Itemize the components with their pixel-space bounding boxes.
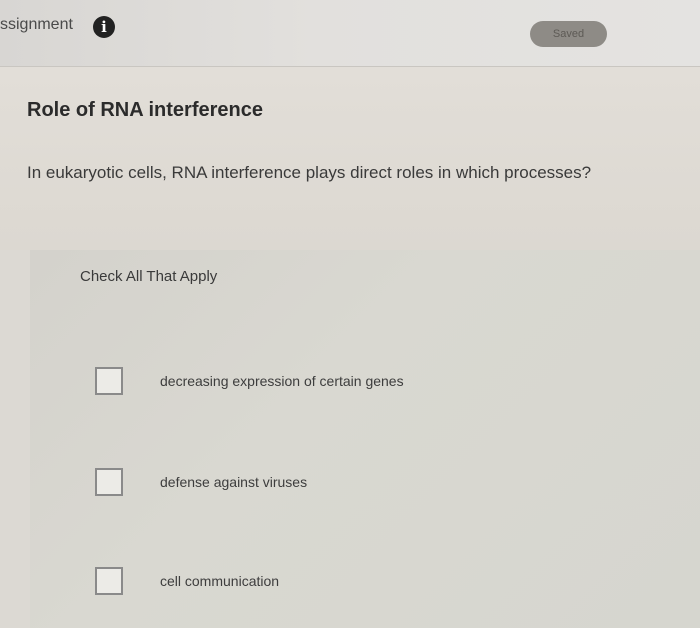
option-label[interactable]: defense against viruses: [160, 474, 307, 490]
option-cell-communication[interactable]: cell communication: [95, 567, 615, 599]
option-decreasing-expression[interactable]: decreasing expression of certain genes: [95, 367, 615, 399]
option-label[interactable]: decreasing expression of certain genes: [160, 373, 404, 389]
option-checkbox[interactable]: [95, 468, 123, 496]
question-title: Role of RNA interference: [27, 99, 263, 121]
option-defense-viruses[interactable]: defense against viruses: [95, 468, 615, 500]
assignment-title: ssignment: [0, 16, 73, 33]
info-icon[interactable]: i: [93, 16, 115, 38]
check-all-instruction: Check All That Apply: [80, 268, 218, 285]
option-checkbox[interactable]: [95, 567, 123, 595]
header-bar: ssignment i Saved: [0, 0, 700, 67]
option-label[interactable]: cell communication: [160, 573, 279, 589]
option-checkbox[interactable]: [95, 367, 123, 395]
question-prompt: In eukaryotic cells, RNA interference pl…: [27, 163, 592, 182]
question-area: [0, 67, 700, 250]
saved-status-button[interactable]: Saved: [530, 21, 607, 47]
